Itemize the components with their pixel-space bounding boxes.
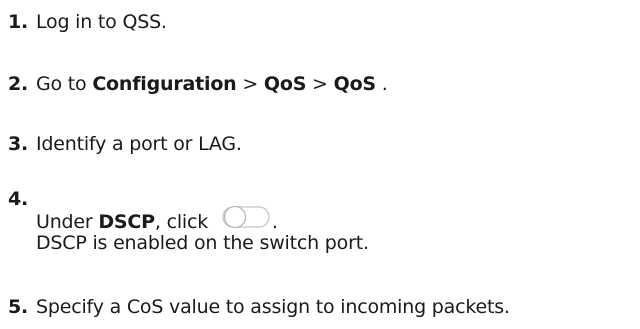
step-number: 5. [8,296,29,318]
toggle-switch-off-icon [222,204,270,230]
procedure-steps: 1. Log in to QSS. 2. Go to Configuration… [0,0,640,329]
path-separator: > [236,73,264,95]
step-instruction: Under DSCP, click . [36,204,369,233]
step-text: Go to Configuration > QoS > QoS . [36,71,388,97]
step-text: Log in to QSS. [36,11,167,33]
step-prefix: Go to [36,73,93,95]
menu-path-qos: QoS [263,73,307,95]
step-text: Under DSCP, click . DSCP is enabled on t… [36,204,369,256]
menu-path-qos-page: QoS [333,73,376,95]
step-number: 3. [8,133,29,155]
step-number: 1. [8,11,29,33]
step-suffix: . [375,73,388,95]
step-text: Identify a port or LAG. [36,133,242,155]
step-number: 2. [8,73,29,95]
step-result: DSCP is enabled on the switch port. [36,232,369,254]
step-number: 4. [8,188,29,210]
menu-path-configuration: Configuration [92,73,237,95]
step-text: Specify a CoS value to assign to incomin… [36,296,510,318]
path-separator: > [306,73,334,95]
